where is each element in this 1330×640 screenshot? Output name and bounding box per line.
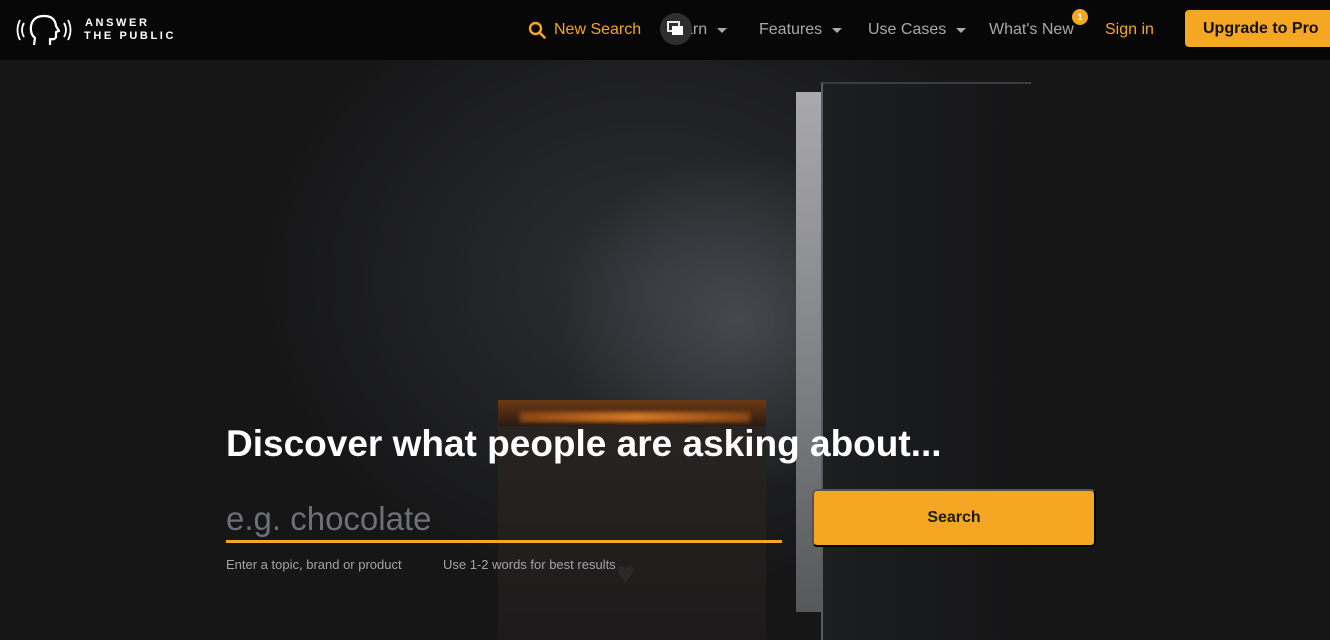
new-search-link[interactable]: New Search — [528, 0, 641, 60]
nav-whats-new-label: What's New — [989, 21, 1074, 38]
picture-in-picture-button[interactable] — [660, 13, 692, 45]
nav-learn-dropdown[interactable]: arn — [660, 0, 728, 60]
heart-icon: ♥ — [616, 555, 635, 591]
brand-line-2: THE PUBLIC — [84, 30, 176, 42]
sign-in-link[interactable]: Sign in — [1105, 0, 1154, 60]
search-icon — [528, 21, 546, 39]
picture-in-picture-icon — [667, 21, 683, 35]
nav-features-label: Features — [759, 21, 823, 38]
answer-the-public-logo[interactable]: ANSWER THE PUBLIC — [16, 12, 176, 48]
notification-badge: 1 — [1072, 9, 1088, 25]
caret-down-icon — [717, 27, 728, 33]
search-button[interactable]: Search — [812, 489, 1096, 547]
new-search-label: New Search — [554, 21, 642, 38]
caret-down-icon — [956, 27, 967, 33]
nav-use-cases-dropdown[interactable]: Use Cases — [868, 0, 967, 60]
sign-in-label: Sign in — [1105, 21, 1154, 38]
search-input[interactable] — [226, 497, 782, 543]
hero-box-glow — [520, 412, 750, 422]
caret-down-icon — [832, 27, 843, 33]
upgrade-to-pro-button[interactable]: Upgrade to Pro — [1185, 10, 1330, 47]
search-hint-words: Use 1-2 words for best results — [443, 557, 616, 572]
hero-section: ♥ — [0, 60, 1330, 640]
speaking-head-icon — [16, 14, 72, 46]
brand-name: ANSWER THE PUBLIC — [84, 17, 176, 43]
hero-headline: Discover what people are asking about... — [226, 423, 942, 464]
hero-door — [821, 82, 1031, 640]
top-nav: ANSWER THE PUBLIC New Search arn Feature… — [0, 0, 1330, 60]
nav-use-cases-label: Use Cases — [868, 21, 947, 38]
brand-line-1: ANSWER — [85, 17, 150, 29]
nav-features-dropdown[interactable]: Features — [759, 0, 843, 60]
search-hint-topic: Enter a topic, brand or product — [226, 557, 402, 572]
nav-whats-new[interactable]: What's New 1 — [989, 0, 1088, 60]
